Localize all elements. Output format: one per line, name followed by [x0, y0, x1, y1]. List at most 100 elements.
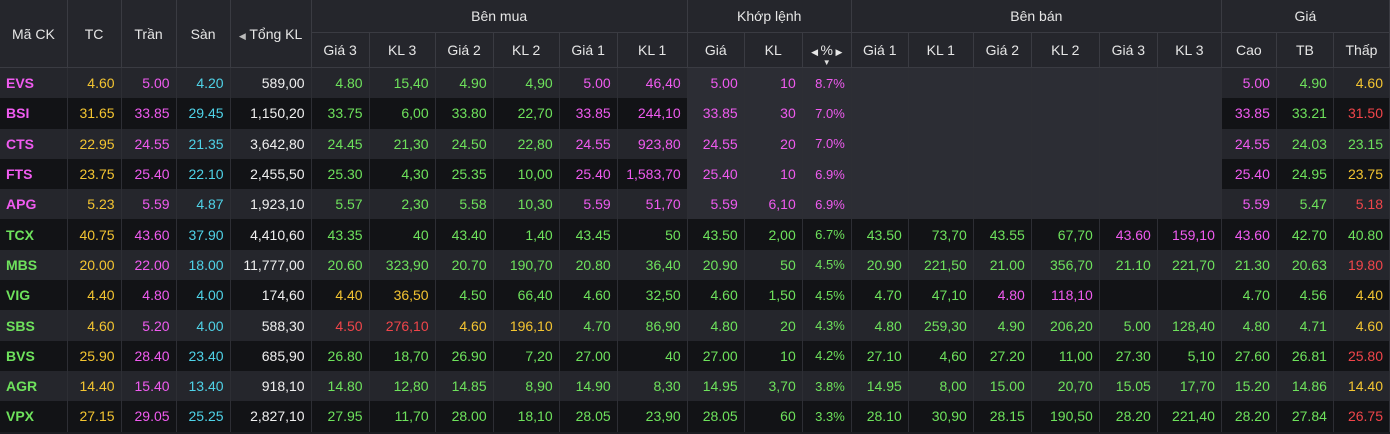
col-buy-5[interactable]: Giá 1	[559, 32, 618, 68]
col-match-2[interactable]: KL	[744, 32, 803, 68]
col-buy-1[interactable]: Giá 3	[311, 32, 370, 68]
match-cell: 24.55	[687, 128, 745, 159]
col-match-1[interactable]: Giá	[687, 32, 745, 68]
price-stat-cell: 24.55	[1221, 128, 1277, 159]
ref-price-cell: 4.60	[67, 67, 122, 99]
col-ref[interactable]: TC	[67, 0, 122, 68]
sell-cell: 4.90	[973, 310, 1032, 341]
ceiling-price-cell: 29.05	[121, 401, 177, 432]
col-sell-3[interactable]: Giá 2	[973, 32, 1032, 68]
symbol-cell[interactable]: EVS	[0, 67, 68, 99]
buy-cell: 276,10	[369, 310, 436, 341]
price-stat-cell: 14.86	[1276, 370, 1334, 402]
col-sell-1[interactable]: Giá 1	[851, 32, 909, 68]
buy-cell: 24.55	[559, 128, 618, 159]
table-row[interactable]: BVS 25.90 28.40 23.40 685,90 26.80 18,70 26.90 7…	[0, 340, 1390, 371]
price-stat-cell: 23.15	[1333, 128, 1390, 159]
sell-cell: 43.50	[851, 219, 909, 250]
col-buy-2[interactable]: KL 3	[369, 32, 436, 68]
symbol-cell[interactable]: VPX	[0, 401, 68, 432]
buy-cell: 4.50	[311, 310, 370, 341]
symbol-cell[interactable]: BSI	[0, 98, 68, 129]
col-buy-4[interactable]: KL 2	[493, 32, 560, 68]
price-board: Mã CK TC Trần Sàn ◀ Tổng KL Bên mua Khớp…	[0, 0, 1390, 432]
total-volume-cell: 1,923,10	[230, 189, 312, 220]
table-row[interactable]: FTS 23.75 25.40 22.10 2,455,50 25.30 4,30 25.35…	[0, 158, 1390, 190]
ref-price-cell: 31.65	[67, 98, 122, 129]
total-volume-cell: 2,455,50	[230, 158, 312, 190]
match-cell: 30	[744, 98, 803, 129]
symbol-cell[interactable]: SBS	[0, 310, 68, 341]
symbol-cell[interactable]: TCX	[0, 219, 68, 250]
col-sell-6[interactable]: KL 3	[1157, 32, 1222, 68]
col-total-volume-label: Tổng KL	[249, 25, 303, 42]
pct-left-icon[interactable]: ◀	[811, 47, 820, 57]
sell-cell: 27.30	[1099, 340, 1158, 371]
table-row[interactable]: VPX 27.15 29.05 25.25 2,827,10 27.95 11,70 28.0…	[0, 401, 1390, 432]
sell-cell: 47,10	[908, 280, 974, 311]
total-volume-cell: 1,150,20	[230, 98, 312, 129]
col-symbol[interactable]: Mã CK	[0, 0, 68, 68]
table-row[interactable]: SBS 4.60 5.20 4.00 588,30 4.50 276,10 4.60 196,1…	[0, 310, 1390, 341]
table-row[interactable]: BSI 31.65 33.85 29.45 1,150,20 33.75 6,00 33.80…	[0, 98, 1390, 129]
group-sell: Bên bán	[851, 0, 1222, 33]
col-price-1[interactable]: Cao	[1221, 32, 1277, 68]
col-total-volume[interactable]: ◀ Tổng KL	[230, 0, 312, 68]
col-buy-3[interactable]: Giá 2	[435, 32, 494, 68]
match-cell: 33.85	[687, 98, 745, 129]
symbol-cell[interactable]: VIG	[0, 280, 68, 311]
table-row[interactable]: CTS 22.95 24.55 21.35 3,642,80 24.45 21,30 24.5…	[0, 128, 1390, 159]
group-buy: Bên mua	[311, 0, 688, 33]
floor-price-cell: 4.00	[176, 280, 231, 311]
symbol-cell[interactable]: APG	[0, 189, 68, 220]
symbol-cell[interactable]: MBS	[0, 249, 68, 281]
col-sell-5[interactable]: Giá 3	[1099, 32, 1158, 68]
match-cell: 4.3%	[802, 310, 852, 341]
sell-cell	[908, 67, 974, 99]
col-price-2[interactable]: TB	[1276, 32, 1334, 68]
col-ceiling[interactable]: Trần	[121, 0, 177, 68]
sell-cell: 5,10	[1157, 340, 1222, 371]
table-row[interactable]: VIG 4.40 4.80 4.00 174,60 4.40 36,50 4.50 66,40 4…	[0, 280, 1390, 311]
table-row[interactable]: EVS 4.60 5.00 4.20 589,00 4.80 15,40 4.90 4,90 5.…	[0, 67, 1390, 99]
table-row[interactable]: TCX 40.75 43.60 37.90 4,410,60 43.35 40 43.40 1,…	[0, 219, 1390, 250]
table-row[interactable]: AGR 14.40 15.40 13.40 918,10 14.80 12,80 14.85 8…	[0, 370, 1390, 402]
sell-cell	[851, 128, 909, 159]
col-sell-2[interactable]: KL 1	[908, 32, 974, 68]
symbol-cell[interactable]: FTS	[0, 158, 68, 190]
col-price-3[interactable]: Thấp	[1333, 32, 1390, 68]
price-stat-cell: 43.60	[1221, 219, 1277, 250]
col-match-3[interactable]: ◀ % ▶ ▼	[802, 32, 852, 68]
sell-cell: 21.10	[1099, 249, 1158, 281]
col-sell-4[interactable]: KL 2	[1031, 32, 1100, 68]
symbol-cell[interactable]: CTS	[0, 128, 68, 159]
sort-left-icon[interactable]: ◀	[239, 31, 246, 41]
floor-price-cell: 23.40	[176, 340, 231, 371]
match-cell: 5.59	[687, 189, 745, 220]
col-floor[interactable]: Sàn	[176, 0, 231, 68]
table-row[interactable]: MBS 20.00 22.00 18.00 11,777,00 20.60 323,90 20…	[0, 249, 1390, 281]
match-cell: 4.60	[687, 280, 745, 311]
sell-cell	[1031, 158, 1100, 190]
buy-cell: 22,70	[493, 98, 560, 129]
sell-cell: 43.60	[1099, 219, 1158, 250]
sort-desc-icon: ▼	[822, 58, 831, 67]
group-match: Khớp lệnh	[687, 0, 852, 33]
buy-cell: 8,30	[617, 370, 688, 402]
buy-cell: 6,00	[369, 98, 436, 129]
pct-right-icon[interactable]: ▶	[833, 47, 842, 57]
ceiling-price-cell: 4.80	[121, 280, 177, 311]
buy-cell: 25.30	[311, 158, 370, 190]
buy-cell: 12,80	[369, 370, 436, 402]
buy-cell: 14.80	[311, 370, 370, 402]
price-stat-cell: 4.56	[1276, 280, 1334, 311]
buy-cell: 190,70	[493, 249, 560, 281]
floor-price-cell: 18.00	[176, 249, 231, 281]
symbol-cell[interactable]: AGR	[0, 370, 68, 402]
col-buy-6[interactable]: KL 1	[617, 32, 688, 68]
table-row[interactable]: APG 5.23 5.59 4.87 1,923,10 5.57 2,30 5.58 10,30…	[0, 189, 1390, 220]
symbol-cell[interactable]: BVS	[0, 340, 68, 371]
price-stat-cell: 4.71	[1276, 310, 1334, 341]
match-cell: 20	[744, 310, 803, 341]
sell-cell	[1157, 67, 1222, 99]
